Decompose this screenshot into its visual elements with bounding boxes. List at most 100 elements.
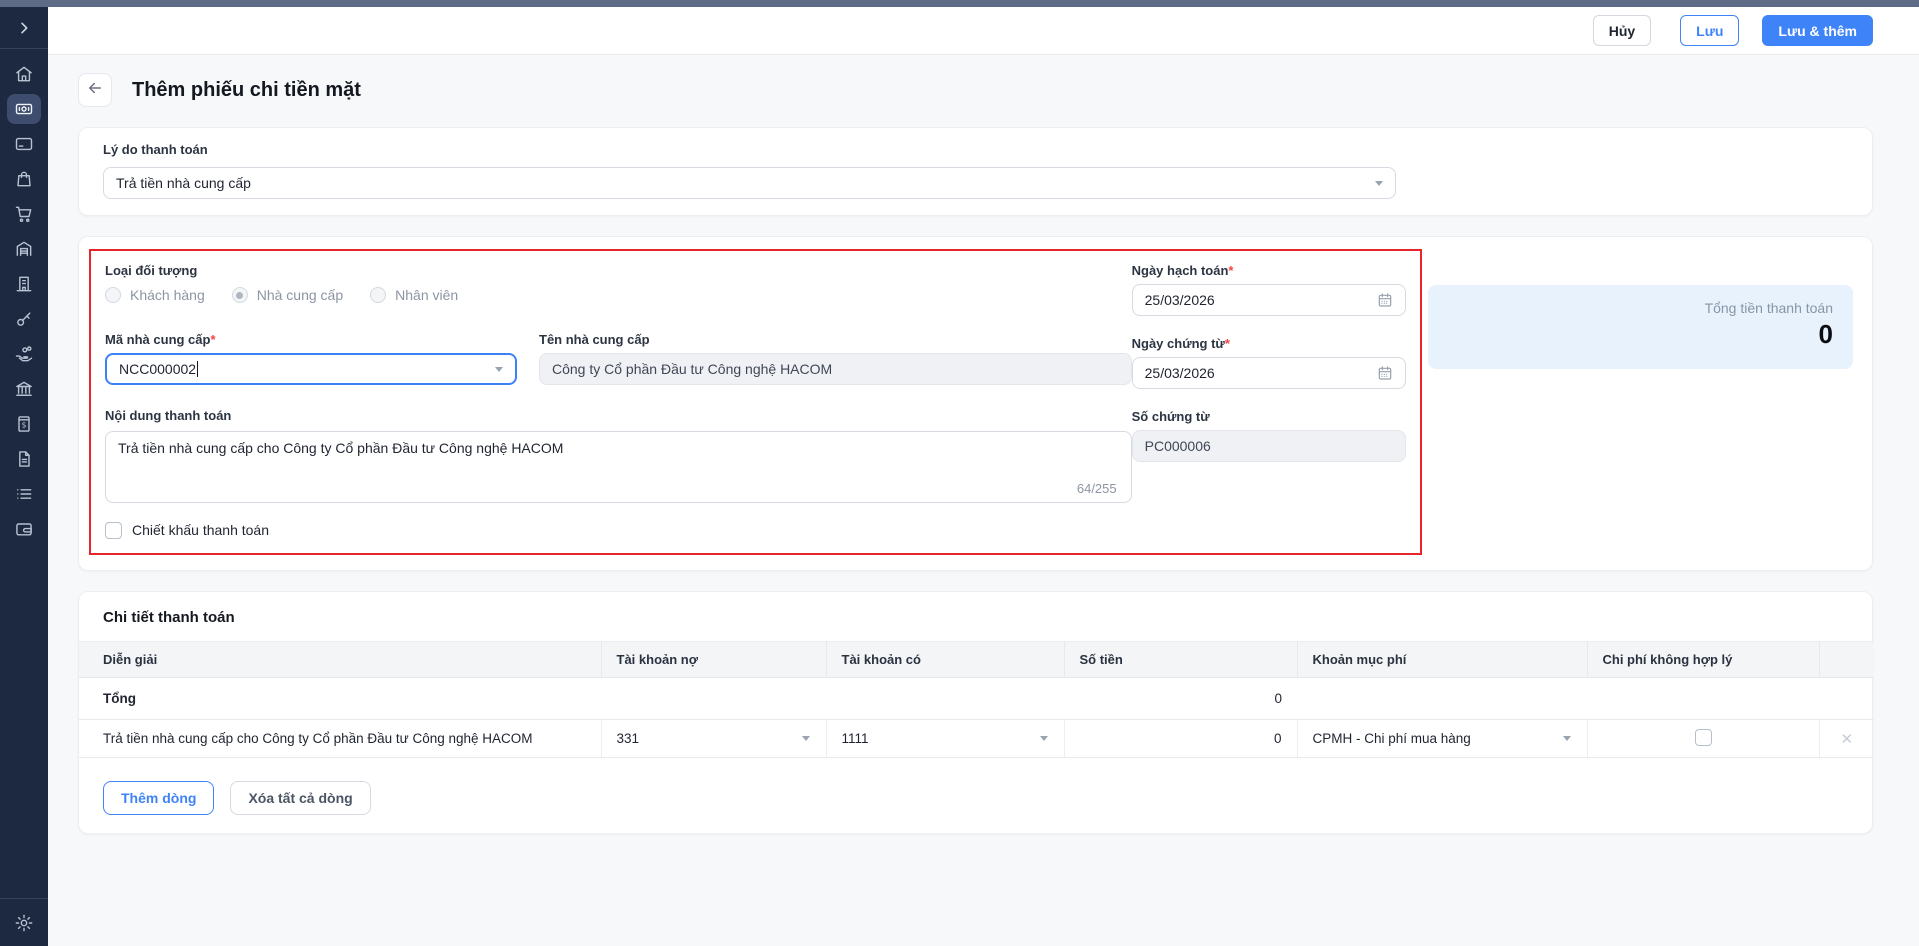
document-date-label: Ngày chứng từ* xyxy=(1131,336,1230,351)
sidebar-item-credit-card[interactable] xyxy=(7,129,41,159)
radio-supplier-label: Nhà cung cấp xyxy=(256,287,344,303)
detail-title: Chi tiết thanh toán xyxy=(103,609,235,626)
reason-select-value: Trả tiền nhà cung cấp xyxy=(116,175,251,191)
calendar-icon[interactable] xyxy=(1377,292,1393,308)
chevron-down-icon xyxy=(1375,180,1383,186)
sidebar-item-bank[interactable] xyxy=(7,374,41,404)
posting-date-label: Ngày hạch toán* xyxy=(1131,263,1234,278)
cash-icon xyxy=(14,99,34,119)
supplier-name-label: Tên nhà cung cấp xyxy=(539,332,650,347)
discount-checkbox-label: Chiết khấu thanh toán xyxy=(132,522,269,538)
supplier-code-value: NCC000002 xyxy=(119,361,197,377)
document-date-input[interactable]: 25/03/2026 xyxy=(1131,357,1406,389)
table-total-row: Tổng 0 xyxy=(79,677,1874,720)
page-title: Thêm phiếu chi tiền mặt xyxy=(132,78,361,101)
svg-text:$: $ xyxy=(22,421,27,430)
radio-customer[interactable] xyxy=(105,287,121,303)
debit-account-value: 331 xyxy=(616,731,640,746)
sidebar-item-building[interactable] xyxy=(7,269,41,299)
table-row: Trả tiền nhà cung cấp cho Công ty Cổ phầ… xyxy=(79,719,1875,758)
col-invalid-expense: Chi phí không hợp lý xyxy=(1587,641,1820,678)
credit-card-icon xyxy=(14,134,34,154)
add-row-button[interactable]: Thêm dòng xyxy=(103,781,215,815)
supplier-code-field: Mã nhà cung cấp* NCC000002 xyxy=(105,332,517,385)
sidebar-item-wallet[interactable] xyxy=(7,514,41,544)
detail-card: Chi tiết thanh toán Diễn giải Tài khoản … xyxy=(78,591,1874,834)
sidebar-item-cash[interactable] xyxy=(7,94,41,124)
wallet-icon xyxy=(14,519,34,539)
posting-date-input[interactable]: 25/03/2026 xyxy=(1131,284,1406,316)
delete-all-rows-button[interactable]: Xóa tất cả dòng xyxy=(230,781,371,815)
sidebar-item-document[interactable] xyxy=(7,444,41,474)
sidebar-item-list[interactable] xyxy=(7,479,41,509)
expense-item-select[interactable]: CPMH - Chi phí mua hàng xyxy=(1313,731,1587,746)
key-icon xyxy=(14,309,34,329)
window-top-strip xyxy=(0,0,1919,7)
cancel-button[interactable]: Hủy xyxy=(1592,15,1652,46)
document-number-label: Số chứng từ xyxy=(1131,409,1210,424)
sidebar-item-warehouse[interactable] xyxy=(7,234,41,264)
discount-checkbox[interactable] xyxy=(105,521,122,539)
payment-content-value: Trả tiền nhà cung cấp cho Công ty Cổ phầ… xyxy=(118,440,564,456)
document-date-field: Ngày chứng từ* 25/03/2026 xyxy=(1131,336,1406,389)
topbar: Hủy Lưu Lưu & thêm xyxy=(48,7,1919,55)
highlighted-region: Loại đối tượng Khách hàng Nhà cung cấp N… xyxy=(89,249,1422,555)
invalid-expense-checkbox[interactable] xyxy=(1694,728,1712,746)
row-amount-input[interactable]: 0 xyxy=(1064,719,1298,758)
sidebar-item-settings[interactable] xyxy=(0,898,48,946)
row-description: Trả tiền nhà cung cấp cho Công ty Cổ phầ… xyxy=(79,719,602,758)
table-header-row: Diễn giải Tài khoản nợ Tài khoản có Số t… xyxy=(79,641,1874,678)
chevron-down-icon xyxy=(495,366,503,372)
bank-icon xyxy=(14,379,34,399)
warehouse-icon xyxy=(14,239,34,259)
sidebar-item-hand-coins[interactable] xyxy=(7,339,41,369)
sidebar-item-key[interactable] xyxy=(7,304,41,334)
back-button[interactable] xyxy=(78,73,112,107)
credit-account-select[interactable]: 1111 xyxy=(842,731,1064,746)
expense-item-value: CPMH - Chi phí mua hàng xyxy=(1312,731,1471,746)
document-number-value: PC000006 xyxy=(1144,438,1211,454)
reason-select[interactable]: Trả tiền nhà cung cấp xyxy=(103,167,1396,199)
radio-supplier[interactable] xyxy=(231,287,248,303)
supplier-name-field: Tên nhà cung cấp Công ty Cổ phần Đầu tư … xyxy=(539,332,1132,385)
object-type-label: Loại đối tượng xyxy=(105,263,198,278)
supplier-code-select[interactable]: NCC000002 xyxy=(105,353,517,385)
supplier-name-input: Công ty Cổ phần Đầu tư Công nghệ HACOM xyxy=(539,353,1132,385)
required-asterisk: * xyxy=(1228,263,1234,278)
info-right-column: Ngày hạch toán* 25/03/2026 Ngày chứng từ… xyxy=(1131,263,1406,539)
arrow-left-icon xyxy=(86,79,104,102)
page-header: Thêm phiếu chi tiền mặt xyxy=(78,73,1873,107)
detail-table: Diễn giải Tài khoản nợ Tài khoản có Số t… xyxy=(79,641,1874,758)
sidebar: $ xyxy=(0,7,48,946)
sidebar-item-invoice-dollar[interactable]: $ xyxy=(7,409,41,439)
required-asterisk: * xyxy=(210,332,216,347)
info-left-column: Loại đối tượng Khách hàng Nhà cung cấp N… xyxy=(105,263,1132,539)
col-amount: Số tiền xyxy=(1064,641,1298,678)
save-button[interactable]: Lưu xyxy=(1680,15,1740,46)
col-debit-account: Tài khoản nợ xyxy=(601,641,827,678)
document-number-field: Số chứng từ PC000006 xyxy=(1131,409,1406,462)
debit-account-select[interactable]: 331 xyxy=(617,731,826,746)
sidebar-item-shopping-bag[interactable] xyxy=(7,164,41,194)
list-icon xyxy=(14,484,34,504)
calendar-icon[interactable] xyxy=(1377,365,1393,381)
chevron-down-icon xyxy=(1039,736,1048,741)
payment-content-label: Nội dung thanh toán xyxy=(105,408,232,423)
sidebar-item-shopping-cart[interactable] xyxy=(7,199,41,229)
total-row-amount: 0 xyxy=(1064,677,1297,720)
sidebar-item-home[interactable] xyxy=(7,59,41,89)
info-card: Loại đối tượng Khách hàng Nhà cung cấp N… xyxy=(78,236,1873,571)
sidebar-expand-button[interactable] xyxy=(0,7,48,49)
hand-coins-icon xyxy=(14,344,34,364)
invoice-dollar-icon: $ xyxy=(14,414,34,434)
delete-row-icon[interactable]: ✕ xyxy=(1820,730,1875,748)
save-and-add-button[interactable]: Lưu & thêm xyxy=(1762,15,1873,46)
discount-check-row: Chiết khấu thanh toán xyxy=(105,521,1132,539)
col-description: Diễn giải xyxy=(79,641,602,678)
radio-employee[interactable] xyxy=(370,287,387,303)
text-cursor xyxy=(197,361,199,377)
chevron-right-icon xyxy=(16,20,32,36)
supplier-name-value: Công ty Cổ phần Đầu tư Công nghệ HACOM xyxy=(552,361,833,377)
payment-content-textarea[interactable]: Trả tiền nhà cung cấp cho Công ty Cổ phầ… xyxy=(105,431,1132,503)
gear-icon xyxy=(14,913,34,933)
